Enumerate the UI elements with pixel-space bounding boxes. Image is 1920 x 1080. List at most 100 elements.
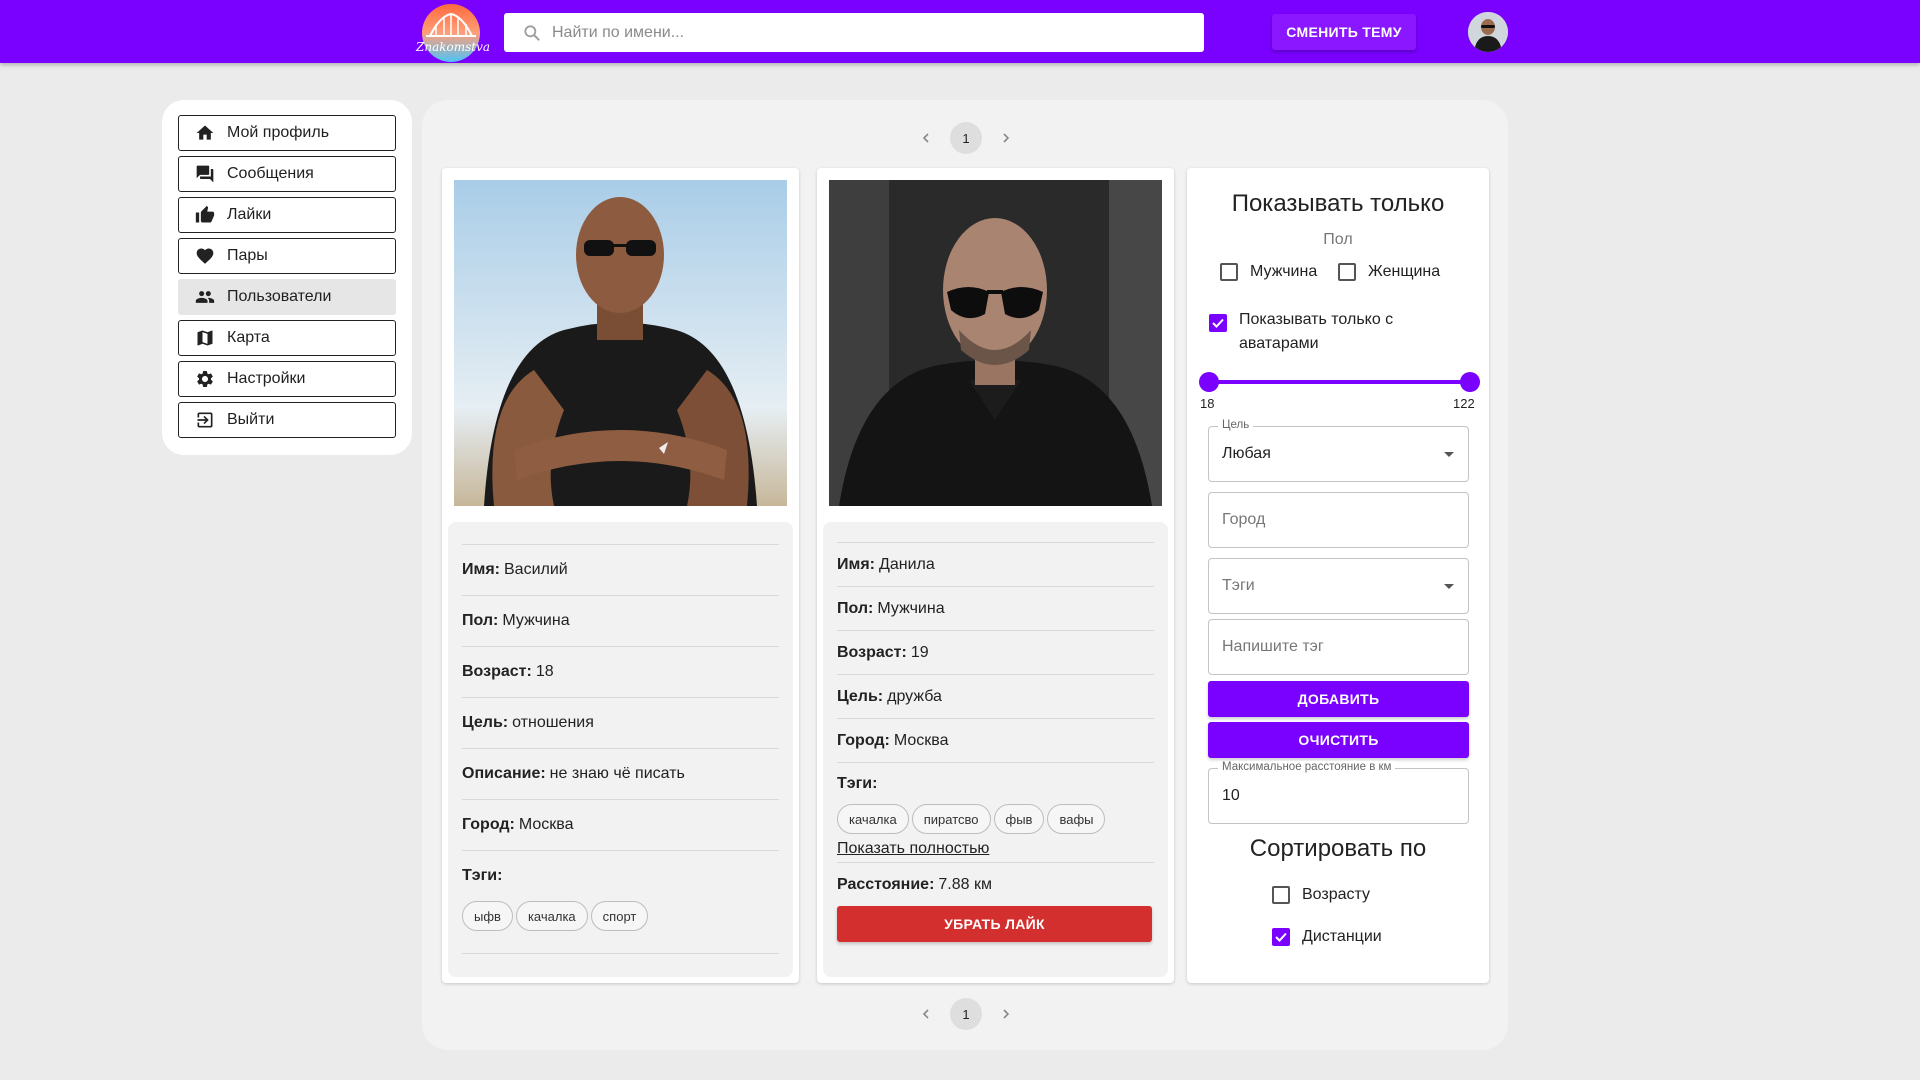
sort-by-age-checkbox[interactable]: Возрасту [1272,886,1370,904]
checkbox-unchecked-icon [1220,263,1238,281]
info-row-age: Возраст: 18 [462,646,779,697]
age-range-track[interactable] [1209,380,1470,384]
checkbox-checked-icon [1272,928,1290,946]
show-full-link[interactable]: Показать полностью [837,840,989,858]
info-row-tags: Тэги: [462,850,779,901]
sort-by-distance-checkbox[interactable]: Дистанции [1272,928,1382,946]
unlike-button[interactable]: УБРАТЬ ЛАЙК [837,906,1152,942]
tags-select[interactable]: Тэги [1208,558,1469,614]
sidebar-item-likes[interactable]: Лайки [178,197,396,233]
field-label: Расстояние: [837,875,935,893]
field-label: Имя: [462,561,500,578]
city-input[interactable]: Город [1208,492,1469,548]
male-checkbox[interactable]: Мужчина [1220,263,1317,281]
sidebar-item-logout[interactable]: Выйти [178,402,396,438]
field-label: Город: [837,731,890,749]
sidebar-item-pairs[interactable]: Пары [178,238,396,274]
age-max-handle[interactable] [1460,372,1480,392]
tag-input[interactable]: Напишите тэг [1208,619,1469,675]
sidebar-item-label: Мой профиль [227,124,330,141]
user-goal: дружба [887,687,942,705]
sidebar-item-label: Настройки [227,370,306,387]
user-name: Данила [879,555,935,573]
field-label: Пол: [837,599,874,617]
checkbox-label: Дистанции [1302,928,1382,945]
sidebar-item-map[interactable]: Карта [178,320,396,356]
age-min-handle[interactable] [1199,372,1219,392]
goal-value: Любая [1222,445,1271,462]
user-gender: Мужчина [502,612,570,629]
tag-chip[interactable]: качалка [837,804,909,834]
user-age: 19 [910,643,929,661]
avatars-only-line1: Показывать только с [1239,311,1394,328]
checkbox-label: Женщина [1368,263,1441,280]
search-bar[interactable] [504,13,1204,52]
checkbox-unchecked-icon [1338,263,1356,281]
tag-list: ыфв качалка спорт [462,901,779,953]
page-button[interactable]: 1 [950,998,982,1030]
user-name: Василий [504,561,568,578]
filter-panel: Показывать только Пол Мужчина Женщина По… [1187,168,1489,983]
dropdown-arrow-icon [1444,452,1454,457]
chevron-left-icon[interactable] [916,128,936,148]
checkbox-label: Возрасту [1302,886,1371,903]
avatars-only-checkbox[interactable]: Показывать только с аватарами [1209,308,1393,356]
female-checkbox[interactable]: Женщина [1338,263,1440,281]
user-avatar[interactable] [1468,12,1508,52]
info-row-tags: Тэги: [837,762,1154,804]
sort-title: Сортировать по [1249,835,1427,862]
sidebar: Мой профиль Сообщения Лайки Пары Пользов… [162,100,412,455]
tag-input-placeholder: Напишите тэг [1222,638,1324,655]
user-description: не знаю чё писать [549,765,685,782]
user-photo[interactable] [829,180,1162,506]
tag-chip[interactable]: фыв [993,804,1045,834]
sidebar-item-messages[interactable]: Сообщения [178,156,396,192]
pagination-top: 1 [916,122,1016,154]
user-photo[interactable] [454,180,787,506]
goal-select[interactable]: Цель Любая [1208,419,1469,482]
checkbox-label: Мужчина [1250,263,1318,280]
add-tag-button[interactable]: ДОБАВИТЬ [1208,681,1469,717]
tag-chip[interactable]: спорт [590,901,649,931]
chevron-right-icon[interactable] [996,128,1016,148]
tag-chip[interactable]: качалка [515,901,588,931]
goal-legend: Цель [1218,419,1254,431]
sidebar-item-label: Лайки [227,206,272,223]
tag-chip[interactable]: пиратсво [911,804,991,834]
chevron-left-icon[interactable] [916,1004,936,1024]
checkbox-label: Показывать только с аватарами [1239,308,1393,356]
gear-icon [197,371,213,387]
tag-chip[interactable]: ыфв [462,901,513,931]
field-label: Тэги: [462,867,503,884]
user-city: Москва [893,731,949,749]
user-card[interactable]: Имя: Данила Пол: Мужчина Возраст: 19 Цель: д… [817,168,1174,983]
info-row-city: Город: Москва [462,799,779,850]
tag-chip[interactable]: вафы [1047,804,1106,834]
chat-icon [196,165,214,183]
field-label: Возраст: [837,643,907,661]
search-input[interactable] [552,23,1192,42]
sidebar-item-my-profile[interactable]: Мой профиль [178,115,396,151]
clear-button[interactable]: ОЧИСТИТЬ [1208,722,1469,758]
change-theme-button[interactable]: СМЕНИТЬ ТЕМУ [1272,14,1416,50]
info-row-age: Возраст: 19 [837,630,1154,674]
app-logo[interactable]: Znakomstva [416,2,490,64]
page-button[interactable]: 1 [950,122,982,154]
info-row-gender: Пол: Мужчина [837,586,1154,630]
field-label: Описание: [462,765,546,782]
checkbox-unchecked-icon [1272,886,1290,904]
user-gender: Мужчина [877,599,945,617]
user-card[interactable]: Имя: Василий Пол: Мужчина Возраст: 18 Цель:… [442,168,799,983]
thumb-up-icon [195,205,215,223]
sidebar-item-users[interactable]: Пользователи [178,279,396,315]
pagination-bottom: 1 [916,998,1016,1030]
user-info: Имя: Василий Пол: Мужчина Возраст: 18 Цель:… [448,522,793,977]
age-max-label: 122 [1453,396,1475,411]
logout-icon [197,412,213,428]
chevron-right-icon[interactable] [996,1004,1016,1024]
sidebar-item-settings[interactable]: Настройки [178,361,396,397]
max-distance-input[interactable]: Максимальное расстояние в км 10 [1208,761,1469,824]
field-label: Возраст: [462,663,532,680]
field-label: Тэги: [837,774,878,792]
field-label: Город: [462,816,515,833]
